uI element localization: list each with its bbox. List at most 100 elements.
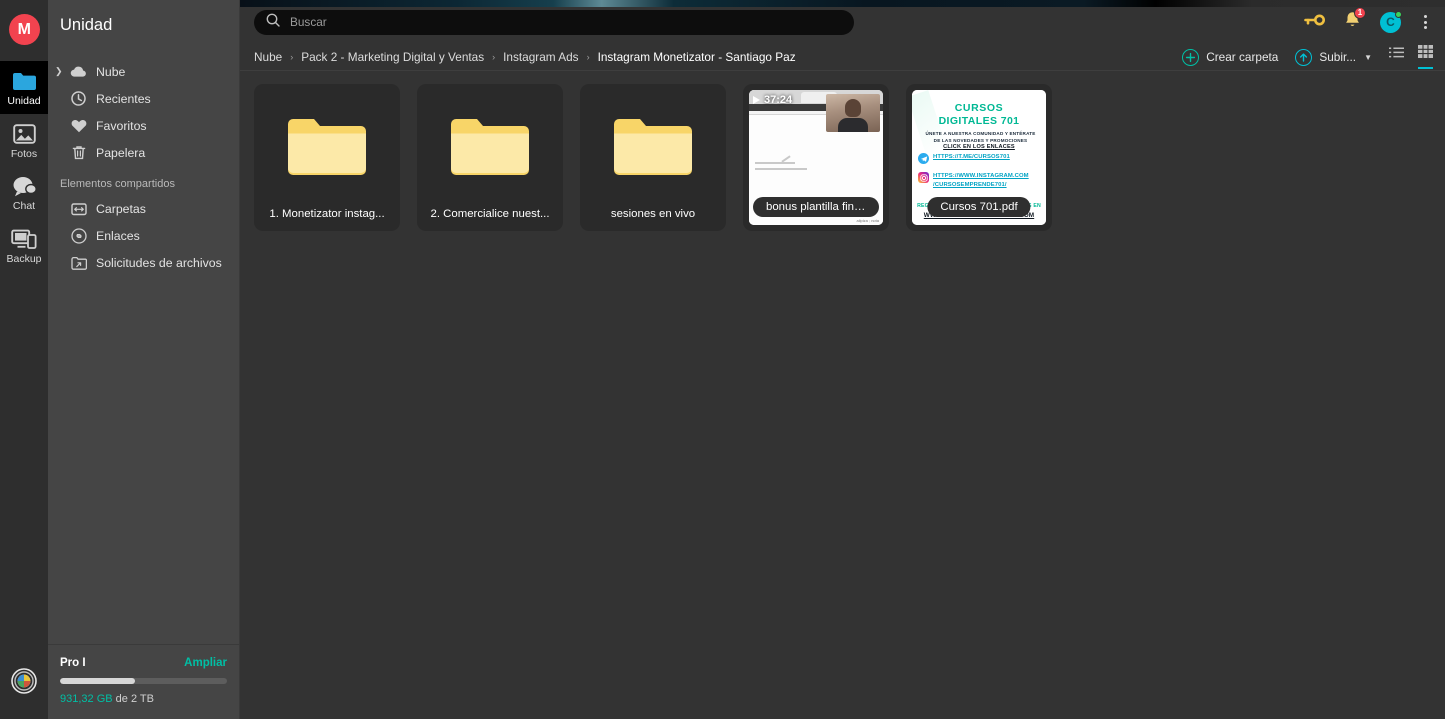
shared-folders-icon: [70, 200, 87, 217]
folder-icon: [286, 116, 368, 183]
storage-plan-label: Pro I: [60, 657, 86, 669]
sidebar-item-nube[interactable]: ❯ Nube: [48, 58, 239, 85]
accessibility-icon[interactable]: [11, 668, 37, 699]
plus-circle-icon: [1182, 48, 1200, 66]
pdf-card[interactable]: CURSOS DIGITALES 701 ÚNETE A NUESTRA COM…: [906, 84, 1052, 231]
upload-circle-icon: [1295, 48, 1313, 66]
folder-name: sesiones en vivo: [610, 208, 696, 220]
grid-view-icon[interactable]: [1418, 45, 1433, 69]
view-toggle: [1389, 45, 1433, 69]
notifications-button[interactable]: 1: [1344, 6, 1366, 34]
photo-icon: [11, 122, 37, 146]
sidebar: Unidad ❯ Nube Recientes Favoritos Papele…: [48, 0, 240, 719]
mega-logo-letter: M: [8, 14, 40, 45]
folder-icon: [612, 116, 694, 183]
video-card[interactable]: alipiza ; nota 37:24 bonus plantilla fin…: [743, 84, 889, 231]
storage-total-value: de 2 TB: [115, 693, 154, 705]
breadcrumb-item-0[interactable]: Nube: [254, 50, 282, 64]
play-icon: [753, 96, 760, 104]
pdf-instagram-row: HTTPS://WWW.INSTAGRAM.COM /CURSOSEMPREND…: [918, 172, 1029, 190]
pdf-telegram-url: HTTPS://T.ME/CURSOS701: [933, 154, 1010, 160]
desktop-background-strip: [240, 0, 1445, 7]
rail-item-chat[interactable]: Chat: [0, 166, 48, 219]
create-folder-button[interactable]: Crear carpeta: [1182, 48, 1279, 66]
pdf-thumbnail: CURSOS DIGITALES 701 ÚNETE A NUESTRA COM…: [912, 90, 1046, 225]
avatar[interactable]: C: [1380, 10, 1402, 33]
online-status-dot: [1395, 10, 1402, 18]
storage-progress-fill: [60, 678, 136, 684]
sidebar-item-papelera[interactable]: Papelera: [48, 139, 239, 166]
folder-icon: [449, 116, 531, 183]
mega-app-window: M Unidad Fotos Chat Backup Unidad ❯ Nube…: [0, 0, 1445, 719]
breadcrumb-row: Nube › Pack 2 - Marketing Digital y Vent…: [240, 44, 1445, 71]
breadcrumb: Nube › Pack 2 - Marketing Digital y Vent…: [254, 50, 796, 64]
upload-button[interactable]: Subir...: [1295, 48, 1357, 66]
list-view-icon[interactable]: [1389, 46, 1404, 68]
trash-icon: [70, 144, 87, 161]
sidebar-label-papelera: Papelera: [96, 145, 146, 160]
storage-widget: Pro I Ampliar 931,32 GB de 2 TB: [48, 644, 239, 719]
sidebar-item-enlaces[interactable]: Enlaces: [48, 222, 239, 249]
file-grid: 1. Monetizator instag... 2. Comercialice…: [240, 71, 1445, 231]
create-folder-label: Crear carpeta: [1206, 50, 1279, 64]
video-duration: 37:24: [753, 94, 792, 106]
file-request-icon: [70, 254, 87, 271]
rail-item-fotos[interactable]: Fotos: [0, 114, 48, 167]
folder-name: 2. Comercialice nuest...: [430, 208, 550, 220]
sidebar-item-carpetas[interactable]: Carpetas: [48, 195, 239, 222]
pdf-title-line1: CURSOS: [954, 102, 1004, 114]
link-icon: [70, 227, 87, 244]
video-name: bonus plantilla finanz...: [753, 197, 879, 217]
left-rail: M Unidad Fotos Chat Backup: [0, 0, 48, 719]
main-panel: 1 C Nube › Pack 2 - Marketing Digital y …: [240, 0, 1445, 719]
pdf-title-line2: DIGITALES 701: [938, 115, 1020, 127]
search-bar[interactable]: [254, 9, 854, 35]
rail-item-backup[interactable]: Backup: [0, 219, 48, 272]
video-duration-text: 37:24: [764, 94, 793, 106]
cloud-icon: [70, 63, 87, 80]
folder-card[interactable]: sesiones en vivo: [580, 84, 726, 231]
upgrade-link[interactable]: Ampliar: [184, 657, 227, 669]
mega-logo[interactable]: M: [8, 14, 40, 45]
pdf-telegram-row: HTTPS://T.ME/CURSOS701: [918, 153, 1010, 164]
rail-label-unidad: Unidad: [7, 95, 41, 107]
breadcrumb-item-2[interactable]: Instagram Ads: [503, 50, 578, 64]
folder-card[interactable]: 2. Comercialice nuest...: [417, 84, 563, 231]
chevron-right-icon: ›: [586, 52, 590, 62]
sidebar-item-favoritos[interactable]: Favoritos: [48, 112, 239, 139]
telegram-icon: [918, 153, 929, 164]
pdf-click-label: CLICK EN LOS ENLACES: [943, 144, 1015, 150]
chat-icon: [11, 174, 37, 198]
folder-name: 1. Monetizator instag...: [269, 208, 385, 220]
chevron-right-icon: ›: [492, 52, 496, 62]
sidebar-nav: ❯ Nube Recientes Favoritos Papelera Elem…: [48, 48, 239, 276]
rail-label-chat: Chat: [12, 200, 36, 212]
sidebar-label-solicitudes: Solicitudes de archivos: [96, 255, 222, 270]
sidebar-title: Unidad: [60, 16, 113, 34]
chevron-right-icon[interactable]: ❯: [55, 66, 63, 77]
sidebar-label-nube: Nube: [96, 64, 126, 79]
video-thumbnail: alipiza ; nota 37:24 bonus plantilla fin…: [749, 90, 883, 225]
backup-icon: [11, 227, 37, 251]
pdf-name: Cursos 701.pdf: [927, 197, 1031, 217]
breadcrumb-item-3[interactable]: Instagram Monetizator - Santiago Paz: [598, 50, 796, 64]
rail-item-unidad[interactable]: Unidad: [0, 61, 48, 114]
clock-icon: [70, 90, 87, 107]
chevron-down-icon[interactable]: ▼: [1364, 53, 1372, 62]
folder-card[interactable]: 1. Monetizator instag...: [254, 84, 400, 231]
rail-label-backup: Backup: [6, 252, 42, 265]
sidebar-label-enlaces: Enlaces: [96, 228, 140, 243]
key-icon[interactable]: [1303, 13, 1325, 32]
sidebar-item-solicitudes[interactable]: Solicitudes de archivos: [48, 249, 239, 276]
folder-icon: [11, 69, 37, 93]
more-vertical-icon[interactable]: [1420, 13, 1431, 31]
pdf-instagram-url-line2: /CURSOSEMPRENDE701/: [933, 181, 1007, 188]
sidebar-label-recientes: Recientes: [96, 91, 151, 106]
breadcrumb-item-1[interactable]: Pack 2 - Marketing Digital y Ventas: [301, 50, 484, 64]
search-input[interactable]: [290, 15, 842, 29]
upload-label: Subir...: [1319, 50, 1357, 64]
storage-progress-bar: [60, 678, 227, 684]
storage-usage-text: 931,32 GB de 2 TB: [60, 693, 227, 705]
sidebar-item-recientes[interactable]: Recientes: [48, 85, 239, 112]
pdf-instagram-urls: HTTPS://WWW.INSTAGRAM.COM /CURSOSEMPREND…: [933, 172, 1029, 190]
